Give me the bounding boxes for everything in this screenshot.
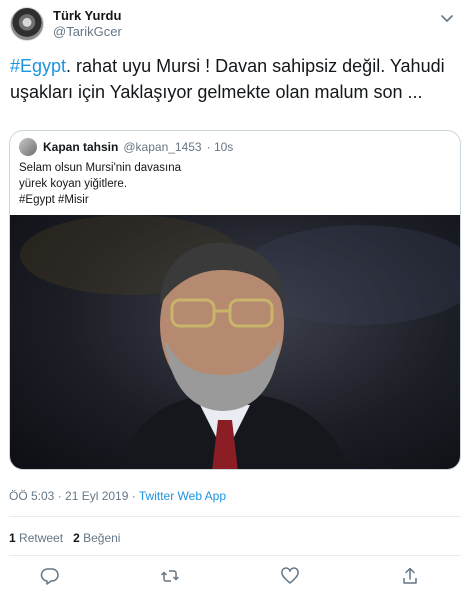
like-stat-label: Beğeni: [83, 531, 121, 545]
divider: [9, 555, 461, 556]
quoted-display-name: Kapan tahsin: [43, 140, 119, 154]
quoted-time: · 10s: [206, 140, 234, 154]
quoted-avatar: [19, 138, 37, 156]
share-icon[interactable]: [400, 566, 420, 586]
retweet-icon[interactable]: [160, 566, 180, 586]
quoted-handle: @kapan_1453: [123, 140, 202, 154]
like-stat[interactable]: 2 Beğeni: [73, 531, 120, 545]
tweet-timestamp: ÖÖ 5:03 · 21 Eyl 2019 · Twitter Web App: [9, 489, 226, 503]
heart-icon[interactable]: [280, 566, 300, 586]
tweet-text: #Egypt. rahat uyu Mursi ! Davan sahipsiz…: [10, 53, 462, 105]
retweet-stat[interactable]: 1 Retweet: [9, 531, 63, 545]
quoted-tweet-photo[interactable]: [10, 215, 460, 469]
tweet-text-line1: . rahat uyu Mursi ! Davan sahipsiz değil…: [66, 56, 445, 76]
tweet-text-line2: uşakları için Yaklaşıyor gelmekte olan m…: [10, 82, 423, 102]
reply-icon[interactable]: [40, 566, 60, 586]
author-display-name[interactable]: Türk Yurdu: [53, 8, 122, 24]
retweet-stat-label: Retweet: [19, 531, 64, 545]
chevron-down-icon[interactable]: [439, 10, 455, 26]
tweet-header: Türk Yurdu @TarikGcer: [10, 7, 122, 41]
source-app-link[interactable]: Twitter Web App: [139, 489, 226, 503]
portrait-illustration: [20, 215, 460, 469]
retweet-count: 1: [9, 531, 16, 545]
divider: [9, 516, 461, 517]
author-names: Türk Yurdu @TarikGcer: [53, 8, 122, 40]
quoted-tweet-card[interactable]: Kapan tahsin @kapan_1453 · 10s Selam ols…: [9, 130, 461, 470]
hashtag-link[interactable]: #Egypt: [10, 56, 66, 76]
tweet-stats: 1 Retweet 2 Beğeni: [9, 531, 120, 545]
quoted-text-line: Selam olsun Mursi'nin davasına: [19, 162, 181, 174]
quoted-text-line: #Egypt #Misir: [19, 194, 89, 206]
like-count: 2: [73, 531, 80, 545]
action-bar: [40, 566, 420, 586]
quoted-text-line: yürek koyan yiğitlere.: [19, 178, 128, 190]
author-handle[interactable]: @TarikGcer: [53, 24, 122, 40]
quoted-tweet-header: Kapan tahsin @kapan_1453 · 10s: [19, 137, 233, 157]
avatar[interactable]: [10, 7, 44, 41]
timestamp-text[interactable]: ÖÖ 5:03 · 21 Eyl 2019 ·: [9, 489, 139, 503]
quoted-tweet-text: Selam olsun Mursi'nin davasına yürek koy…: [19, 160, 439, 208]
